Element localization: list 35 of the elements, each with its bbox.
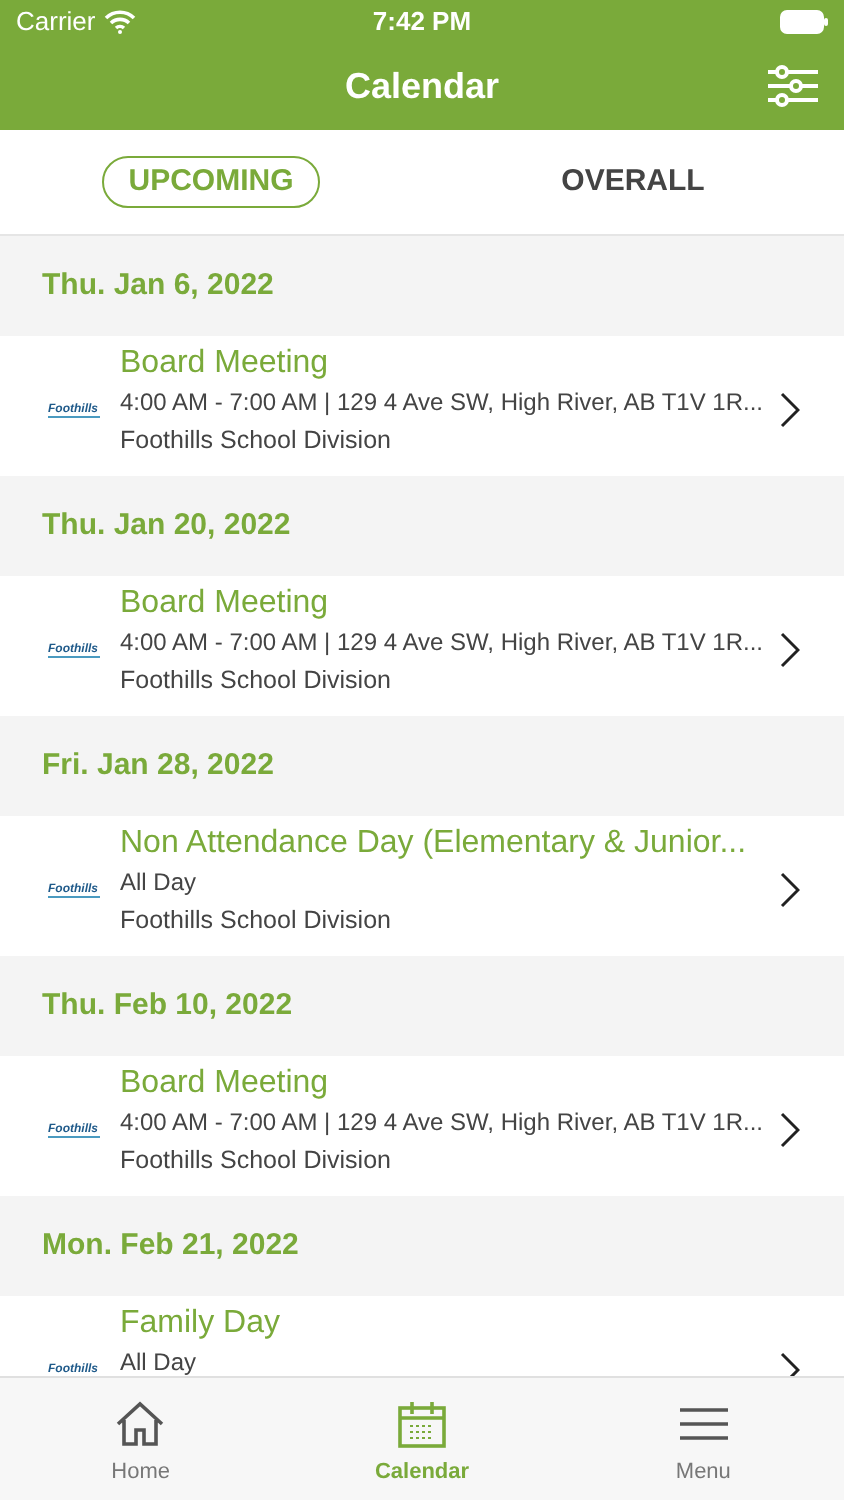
home-icon (112, 1398, 169, 1450)
event-title: Family Day (120, 1304, 283, 1344)
wifi-icon (103, 10, 136, 34)
event-organizer: Foothills School Division (120, 1144, 393, 1178)
event-details: All Day (120, 1346, 199, 1376)
date-heading: Thu. Jan 20, 2022 (42, 505, 291, 546)
event-organizer: Foothills School Division (120, 424, 393, 458)
event-title: Board Meeting (120, 1064, 331, 1104)
page-title: Calendar (344, 64, 500, 110)
event-title: Board Meeting (120, 344, 331, 384)
clock-time: 7:42 PM (372, 4, 472, 41)
date-heading: Thu. Feb 10, 2022 (42, 985, 293, 1026)
chevron-right-icon (780, 632, 800, 668)
tab-bar-item[interactable]: Menu (562, 1378, 844, 1500)
tab-bar-item[interactable]: Home (0, 1378, 282, 1500)
event-title: Non Attendance Day (Elementary & Junior... (120, 824, 749, 864)
filter-button[interactable] (764, 62, 820, 110)
segment-tab[interactable]: OVERALL (535, 156, 731, 208)
event-organizer: Foothills School Division (120, 664, 393, 698)
calendar-icon (394, 1398, 450, 1450)
carrier-label: Carrier (16, 4, 96, 41)
event-organizer: Foothills School Division (120, 904, 393, 938)
event-details: 4:00 AM - 7:00 AM | 129 4 Ave SW, High River, AB T1V 1R... (120, 626, 766, 660)
battery-icon (780, 10, 828, 34)
chevron-right-icon (780, 392, 800, 428)
date-heading: Thu. Jan 6, 2022 (42, 265, 274, 306)
sliders-icon (764, 64, 820, 108)
chevron-right-icon (780, 872, 800, 908)
event-details: All Day (120, 866, 199, 900)
date-heading: Fri. Jan 28, 2022 (42, 745, 274, 786)
event-title: Board Meeting (120, 584, 331, 624)
event-details: 4:00 AM - 7:00 AM | 129 4 Ave SW, High River, AB T1V 1R... (120, 386, 766, 420)
chevron-right-icon (780, 1112, 800, 1148)
date-heading: Mon. Feb 21, 2022 (42, 1225, 299, 1266)
event-details: 4:00 AM - 7:00 AM | 129 4 Ave SW, High River, AB T1V 1R... (120, 1106, 766, 1140)
